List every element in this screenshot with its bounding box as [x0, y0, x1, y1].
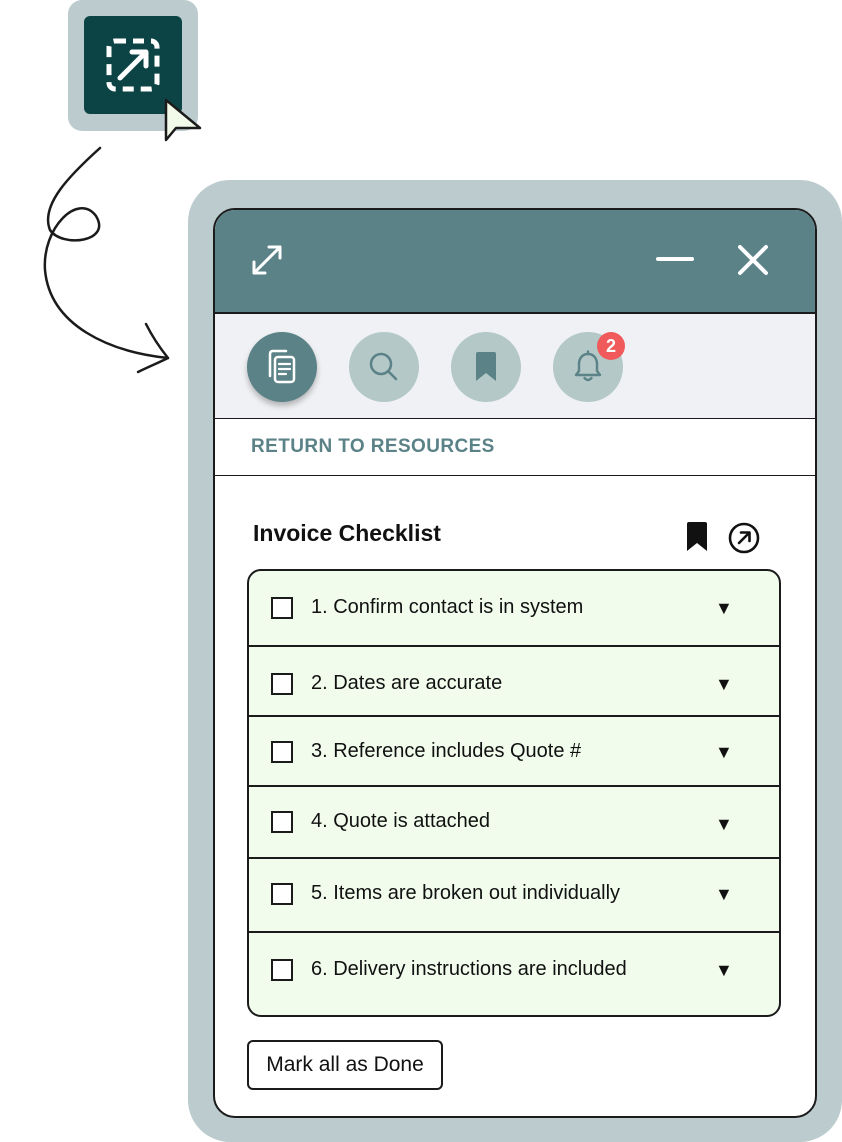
open-checklist-button[interactable] — [727, 521, 761, 555]
notification-count-badge: 2 — [597, 332, 625, 360]
expand-arrow-icon[interactable]: ▼ — [715, 814, 733, 835]
checklist-item[interactable]: 1. Confirm contact is in system ▼ — [249, 571, 779, 647]
checklist-item-label: 5. Items are broken out individually — [311, 882, 621, 904]
open-external-icon — [728, 522, 760, 554]
tool-documents-button[interactable] — [247, 332, 317, 402]
expand-arrow-icon[interactable]: ▼ — [715, 742, 733, 763]
expand-arrow-icon[interactable]: ▼ — [715, 884, 733, 905]
invoice-checklist: 1. Confirm contact is in system ▼ 2. Dat… — [247, 569, 781, 1017]
bookmark-checklist-button[interactable] — [683, 521, 711, 553]
panel-toolbar: 2 — [215, 314, 815, 419]
bookmark-icon — [476, 352, 496, 381]
checklist-item-label: 4. Quote is attached — [311, 810, 491, 832]
checklist-checkbox[interactable] — [271, 741, 293, 763]
checklist-item-label: 2. Dates are accurate — [311, 672, 503, 694]
checklist-item[interactable]: 2. Dates are accurate ▼ — [249, 647, 779, 717]
section-title: Invoice Checklist — [253, 520, 441, 546]
mark-all-done-button[interactable]: Mark all as Done — [247, 1040, 443, 1090]
tool-bookmarks-button[interactable] — [451, 332, 521, 402]
expand-button[interactable] — [249, 242, 285, 278]
tool-notifications-button[interactable]: 2 — [553, 332, 625, 402]
checklist-checkbox[interactable] — [271, 673, 293, 695]
bell-icon — [574, 350, 602, 382]
minimize-button[interactable] — [655, 242, 695, 278]
checklist-checkbox[interactable] — [271, 597, 293, 619]
return-bar: RETURN TO RESOURCES — [215, 419, 815, 476]
checklist-item[interactable]: 4. Quote is attached ▼ — [249, 787, 779, 859]
curly-arrow-icon — [43, 146, 170, 374]
close-icon — [738, 245, 768, 275]
checklist-item[interactable]: 5. Items are broken out individually ▼ — [249, 859, 779, 933]
checklist-item-label: 3. Reference includes Quote # — [311, 740, 582, 762]
resize-diagonal-icon — [252, 245, 282, 275]
tool-search-button[interactable] — [349, 332, 419, 402]
checklist-checkbox[interactable] — [271, 959, 293, 981]
checklist-item-label: 1. Confirm contact is in system — [311, 596, 584, 618]
checklist-item[interactable]: 3. Reference includes Quote # ▼ — [249, 717, 779, 787]
documents-icon — [268, 349, 296, 384]
checklist-item-label: 6. Delivery instructions are included — [311, 958, 627, 980]
return-to-resources-link[interactable]: RETURN TO RESOURCES — [251, 436, 495, 458]
search-icon — [369, 352, 398, 381]
expand-arrow-icon[interactable]: ▼ — [715, 960, 733, 981]
expand-dashed-square-icon — [106, 38, 160, 92]
close-button[interactable] — [733, 240, 773, 280]
resource-panel: 2 RETURN TO RESOURCES Invoice Checklist … — [213, 208, 817, 1118]
expand-arrow-icon[interactable]: ▼ — [715, 674, 733, 695]
minimize-icon — [656, 257, 694, 261]
checklist-checkbox[interactable] — [271, 883, 293, 905]
checklist-item[interactable]: 6. Delivery instructions are included ▼ — [249, 933, 779, 1015]
panel-titlebar — [215, 210, 815, 314]
checklist-checkbox[interactable] — [271, 811, 293, 833]
expand-arrow-icon[interactable]: ▼ — [715, 598, 733, 619]
bookmark-icon — [687, 522, 707, 551]
